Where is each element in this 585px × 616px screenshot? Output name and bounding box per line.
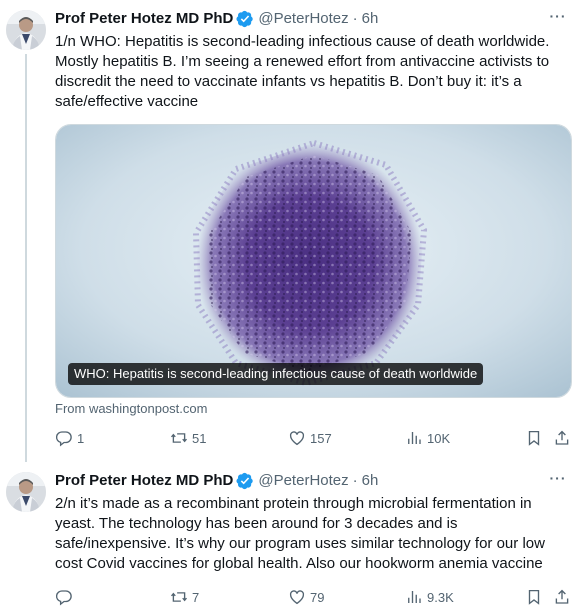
more-icon[interactable]: ··· xyxy=(547,467,569,489)
views-icon xyxy=(408,591,421,603)
tweet-1[interactable]: Prof Peter Hotez MD PhD @PeterHotez · 6h… xyxy=(0,0,585,462)
tweet-2[interactable]: Prof Peter Hotez MD PhD @PeterHotez · 6h… xyxy=(0,458,585,616)
virus-image xyxy=(56,125,571,397)
card-source[interactable]: From washingtonpost.com xyxy=(55,401,207,416)
like-icon xyxy=(289,590,305,605)
retweet-icon xyxy=(170,592,188,602)
share-icon xyxy=(555,430,569,445)
tweet-header: Prof Peter Hotez MD PhD @PeterHotez · 6h… xyxy=(55,8,573,29)
share-button[interactable] xyxy=(553,587,571,607)
like-count: 79 xyxy=(310,589,325,605)
reply-button[interactable] xyxy=(55,587,77,607)
bookmark-icon xyxy=(528,430,540,446)
author-handle[interactable]: @PeterHotez xyxy=(258,9,348,29)
share-button[interactable] xyxy=(553,428,571,448)
more-icon[interactable]: ··· xyxy=(547,5,569,27)
separator-dot: · xyxy=(352,10,358,27)
like-count: 157 xyxy=(310,430,332,446)
timestamp[interactable]: 6h xyxy=(362,471,379,491)
reply-icon xyxy=(55,590,72,606)
action-bar: 7 79 9.3K xyxy=(55,587,575,607)
reply-button[interactable]: 1 xyxy=(55,428,84,448)
action-bar: 1 51 157 10K xyxy=(55,428,575,448)
views-count: 9.3K xyxy=(427,589,454,605)
author-name[interactable]: Prof Peter Hotez MD PhD xyxy=(55,9,233,29)
like-button[interactable]: 79 xyxy=(288,587,324,607)
views-button[interactable]: 10K xyxy=(405,428,450,448)
tweet-text: 1/n WHO: Hepatitis is second-leading inf… xyxy=(55,33,550,110)
thread-line xyxy=(25,54,27,462)
retweet-button[interactable]: 51 xyxy=(170,428,206,448)
avatar-image xyxy=(6,472,46,512)
like-button[interactable]: 157 xyxy=(288,428,332,448)
retweet-icon xyxy=(170,433,188,443)
views-icon xyxy=(408,432,421,444)
author-handle[interactable]: @PeterHotez xyxy=(258,471,348,491)
timestamp[interactable]: 6h xyxy=(362,9,379,29)
like-icon xyxy=(289,431,305,446)
views-count: 10K xyxy=(427,430,451,446)
avatar[interactable] xyxy=(6,472,46,512)
bookmark-button[interactable] xyxy=(525,428,543,448)
link-card[interactable]: WHO: Hepatitis is second-leading infecti… xyxy=(55,124,572,398)
retweet-button[interactable]: 7 xyxy=(170,587,199,607)
verified-badge-icon xyxy=(236,10,254,28)
views-button[interactable]: 9.3K xyxy=(405,587,454,607)
separator-dot: · xyxy=(352,472,358,489)
author-name[interactable]: Prof Peter Hotez MD PhD xyxy=(55,471,233,491)
retweet-count: 51 xyxy=(192,430,207,446)
bookmark-icon xyxy=(528,589,540,605)
card-caption: WHO: Hepatitis is second-leading infecti… xyxy=(68,363,484,385)
share-icon xyxy=(555,589,569,604)
bookmark-button[interactable] xyxy=(525,587,543,607)
reply-count: 1 xyxy=(77,430,85,446)
avatar[interactable] xyxy=(6,10,46,50)
reply-icon xyxy=(55,431,72,447)
tweet-text: 2/n it’s made as a recombinant protein t… xyxy=(55,495,545,572)
avatar-image xyxy=(6,10,46,50)
tweet-header: Prof Peter Hotez MD PhD @PeterHotez · 6h… xyxy=(55,470,573,491)
retweet-count: 7 xyxy=(192,589,200,605)
verified-badge-icon xyxy=(236,472,254,490)
